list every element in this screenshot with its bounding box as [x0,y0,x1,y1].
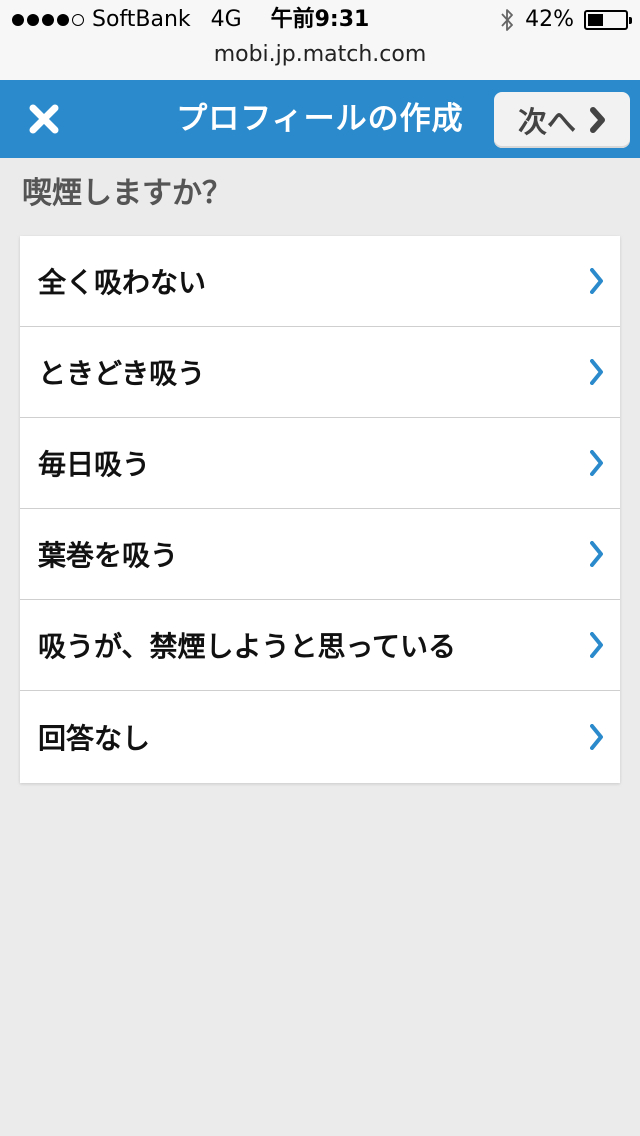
option-label: ときどき吸う [38,357,206,390]
option-daily-smoke[interactable]: 毎日吸う [20,418,620,509]
option-never-smoke[interactable]: 全く吸わない [20,236,620,327]
question-heading: 喫煙しますか？ [22,176,232,211]
option-sometimes-smoke[interactable]: ときどき吸う [20,327,620,418]
chevron-right-icon [590,541,603,567]
app-header: プロフィールの作成 次へ [0,80,640,158]
battery-percent: 42% [525,7,574,32]
url-bar[interactable]: mobi.jp.match.com [0,40,640,70]
option-cigar[interactable]: 葉巻を吸う [20,509,620,600]
next-button-label: 次へ [517,105,576,139]
option-label: 全く吸わない [38,266,207,299]
close-icon [29,104,59,134]
close-button[interactable] [16,95,72,143]
chevron-right-icon [590,632,603,658]
option-trying-to-quit[interactable]: 吸うが、禁煙しようと思っている [20,600,620,691]
options-list: 全く吸わない ときどき吸う 毎日吸う 葉巻を吸う 吸うが、禁煙しようと思っている… [20,236,620,783]
option-label: 葉巻を吸う [38,539,179,572]
next-button[interactable]: 次へ [494,92,630,148]
chevron-right-icon [590,724,603,750]
chevron-right-icon [590,268,603,294]
chevron-right-icon [590,107,605,133]
status-bar: SoftBank 4G 午前9:31 42% [0,0,640,40]
battery-level [588,14,603,26]
status-area: SoftBank 4G 午前9:31 42% mobi.jp.match.com [0,0,640,81]
battery-icon [584,10,632,30]
bluetooth-icon [501,9,513,31]
chevron-right-icon [590,359,603,385]
status-right: 42% [499,6,632,34]
option-label: 吸うが、禁煙しようと思っている [38,630,457,663]
option-label: 毎日吸う [38,448,151,481]
chevron-right-icon [590,450,603,476]
option-label: 回答なし [38,722,151,755]
option-no-answer[interactable]: 回答なし [20,691,620,783]
